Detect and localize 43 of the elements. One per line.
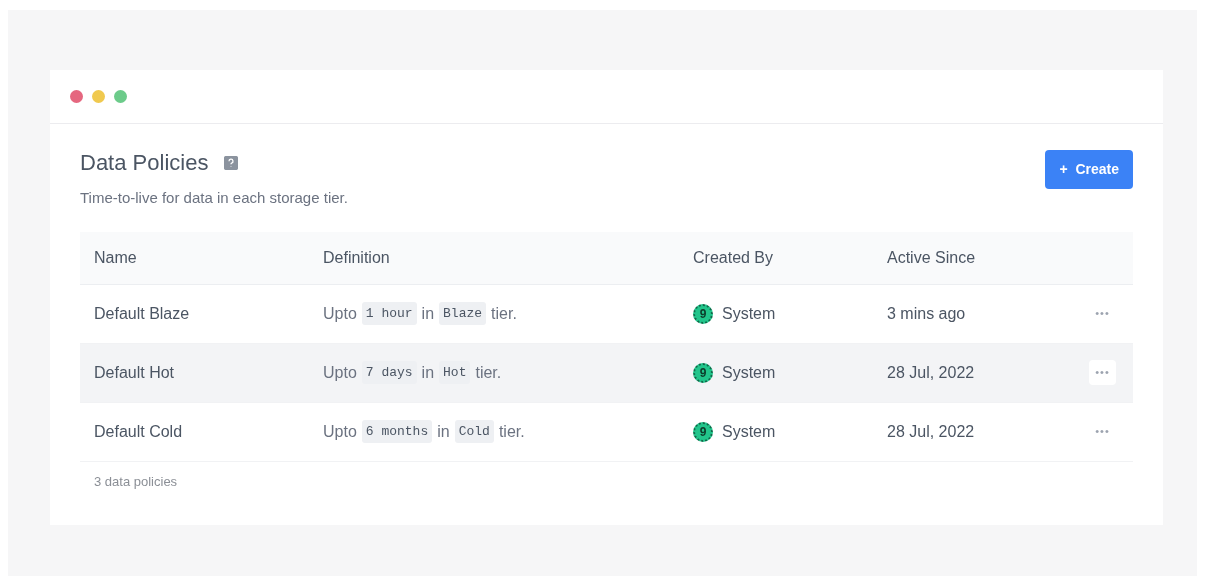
active-since: 3 mins ago xyxy=(887,304,966,322)
definition-text: in xyxy=(421,362,435,383)
column-header: Name xyxy=(94,248,137,266)
page-title: Data Policies xyxy=(80,149,209,177)
window-control-dot[interactable] xyxy=(114,90,127,103)
definition-text: tier. xyxy=(475,362,502,383)
duration-code: 7 days xyxy=(361,360,417,385)
help-icon[interactable] xyxy=(224,155,239,170)
tier-code: Hot xyxy=(439,360,471,385)
definition-text: Upto xyxy=(323,421,357,442)
definition-text: Upto xyxy=(323,362,357,383)
table-row[interactable]: Default Hot Upto 7 days in Hot tier. 9 System 28 Jul, 2022 ••• xyxy=(80,343,1133,403)
duration-code: 6 months xyxy=(361,419,433,444)
definition-text: Upto xyxy=(323,303,357,324)
tier-code: Cold xyxy=(454,419,494,444)
creator-name: System xyxy=(722,421,776,442)
policy-name: Default Blaze xyxy=(94,304,190,322)
definition-text: tier. xyxy=(491,303,517,324)
definition-text: in xyxy=(437,421,450,442)
definition-text: in xyxy=(421,303,435,324)
creator-name: System xyxy=(722,362,776,383)
policy-name: Default Hot xyxy=(94,363,175,381)
page-subtitle: Time-to-live for data in each storage tier. xyxy=(80,188,348,208)
definition-text: tier. xyxy=(498,421,525,442)
avatar-icon: 9 xyxy=(693,362,713,383)
tier-code: Blaze xyxy=(439,301,487,326)
create-button[interactable]: + Create xyxy=(1045,150,1133,189)
column-header: Created By xyxy=(693,248,774,266)
more-button[interactable]: ••• xyxy=(1089,419,1116,444)
more-button[interactable]: ••• xyxy=(1089,360,1116,385)
avatar-icon: 9 xyxy=(693,303,713,324)
window-control-dot[interactable] xyxy=(70,90,83,103)
more-button[interactable]: ••• xyxy=(1089,301,1116,326)
avatar-icon: 9 xyxy=(693,421,713,442)
policy-name: Default Cold xyxy=(94,422,183,440)
active-since: 28 Jul, 2022 xyxy=(887,363,975,381)
active-since: 28 Jul, 2022 xyxy=(887,422,975,440)
column-header: Active Since xyxy=(887,248,976,266)
row-count: 3 data policies xyxy=(93,472,179,491)
creator-name: System xyxy=(722,303,776,324)
column-header: Definition xyxy=(323,248,390,266)
duration-code: 1 hour xyxy=(361,301,417,326)
window-control-dot[interactable] xyxy=(92,90,105,103)
